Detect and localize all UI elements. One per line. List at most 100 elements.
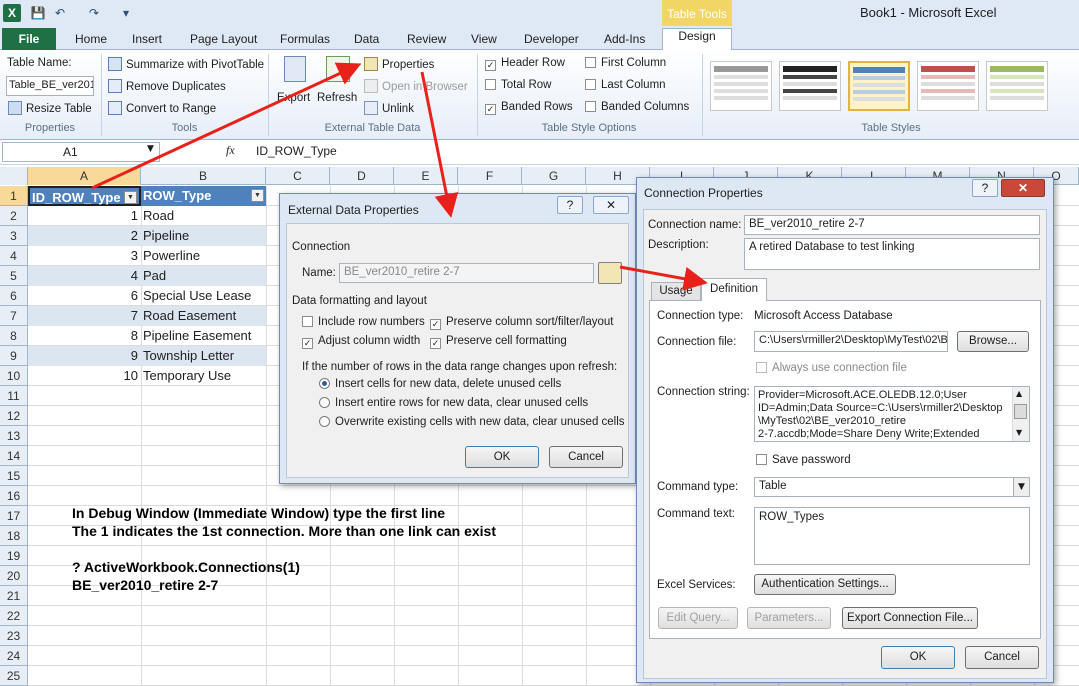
table-style-swatch-selected[interactable] [848, 61, 910, 111]
redo-icon[interactable]: ↷ [86, 5, 102, 21]
cell-id-row-type[interactable]: 6 [28, 286, 141, 306]
row-header[interactable]: 15 [0, 466, 28, 486]
row-header[interactable]: 10 [0, 366, 28, 386]
tab-developer[interactable]: Developer [524, 32, 579, 46]
table-style-swatch[interactable] [779, 61, 841, 111]
column-header-a[interactable]: A [28, 167, 141, 185]
row-header[interactable]: 6 [0, 286, 28, 306]
row-header[interactable]: 21 [0, 586, 28, 606]
banded-rows-checkbox[interactable]: ✓ Banded Rows [485, 101, 573, 115]
tab-formulas[interactable]: Formulas [280, 32, 330, 46]
table-header-id[interactable]: ID_ROW_Type ▼ [28, 186, 141, 206]
cell-id-row-type[interactable]: 9 [28, 346, 141, 366]
description-input[interactable]: A retired Database to test linking [744, 238, 1040, 270]
row-header[interactable]: 20 [0, 566, 28, 586]
tab-definition[interactable]: Definition [701, 278, 767, 301]
cell-id-row-type[interactable]: 10 [28, 366, 141, 386]
cell-row-type[interactable]: Pipeline [141, 226, 266, 246]
cell-row-type[interactable]: Pad [141, 266, 266, 286]
table-style-swatch[interactable] [986, 61, 1048, 111]
cell-id-row-type[interactable]: 3 [28, 246, 141, 266]
column-header-b[interactable]: B [141, 167, 266, 185]
cell-row-type[interactable]: Road Easement [141, 306, 266, 326]
ok-button[interactable]: OK [881, 646, 955, 669]
export-connection-file-button[interactable]: Export Connection File... [842, 607, 978, 629]
tab-usage[interactable]: Usage [651, 282, 701, 300]
connection-file-input[interactable]: C:\Users\rmiller2\Desktop\MyTest\02\B [754, 331, 948, 352]
row-header[interactable]: 23 [0, 626, 28, 646]
table-name-input[interactable]: Table_BE_ver201 [6, 76, 94, 96]
cell-row-type[interactable]: Powerline [141, 246, 266, 266]
row-header[interactable]: 19 [0, 546, 28, 566]
save-icon[interactable]: 💾 [30, 5, 46, 21]
connection-string-input[interactable]: Provider=Microsoft.ACE.OLEDB.12.0;User I… [754, 386, 1030, 442]
export-icon[interactable] [284, 56, 306, 82]
row-header[interactable]: 17 [0, 506, 28, 526]
row-header[interactable]: 25 [0, 666, 28, 686]
preserve-sort-checkbox[interactable]: ✓ Preserve column sort/filter/layout [430, 316, 613, 330]
row-header[interactable]: 8 [0, 326, 28, 346]
cell-id-row-type[interactable]: 8 [28, 326, 141, 346]
column-header-f[interactable]: F [458, 167, 522, 185]
refresh-button[interactable]: Refresh [317, 92, 357, 104]
ok-button[interactable]: OK [465, 446, 539, 468]
resize-table-button[interactable]: Resize Table [8, 101, 92, 115]
table-header-row-type[interactable]: ROW_Type ▼ [141, 186, 266, 206]
formula-input[interactable]: ID_ROW_Type [256, 144, 337, 158]
total-row-checkbox[interactable]: Total Row [485, 79, 552, 91]
command-type-select[interactable]: Table [754, 477, 1030, 497]
help-button[interactable]: ? [972, 179, 998, 197]
header-row-checkbox[interactable]: ✓ Header Row [485, 57, 565, 71]
tab-design[interactable]: Design [662, 28, 732, 51]
unlink-button[interactable]: Unlink [364, 101, 414, 115]
row-header[interactable]: 7 [0, 306, 28, 326]
cell-row-type[interactable]: Temporary Use [141, 366, 266, 386]
cell-row-type[interactable]: Pipeline Easement [141, 326, 266, 346]
preserve-formatting-checkbox[interactable]: ✓ Preserve cell formatting [430, 335, 567, 349]
row-header[interactable]: 14 [0, 446, 28, 466]
cell-row-type[interactable]: Township Letter [141, 346, 266, 366]
tab-review[interactable]: Review [407, 32, 446, 46]
row-header[interactable]: 2 [0, 206, 28, 226]
row-header[interactable]: 22 [0, 606, 28, 626]
include-row-numbers-checkbox[interactable]: Include row numbers [302, 316, 425, 328]
row-header[interactable]: 13 [0, 426, 28, 446]
cell-id-row-type[interactable]: 4 [28, 266, 141, 286]
adjust-column-width-checkbox[interactable]: ✓ Adjust column width [302, 335, 420, 349]
tab-home[interactable]: Home [75, 32, 107, 46]
export-button[interactable]: Export [277, 92, 310, 104]
tab-add-ins[interactable]: Add-Ins [604, 32, 645, 46]
command-text-input[interactable]: ROW_Types [754, 507, 1030, 565]
properties-button[interactable]: Properties [364, 57, 434, 71]
table-style-swatch[interactable] [710, 61, 772, 111]
tab-file[interactable]: File [2, 28, 56, 50]
help-button[interactable]: ? [557, 196, 583, 214]
scroll-up-icon[interactable]: ▲ [1016, 389, 1022, 398]
row-header[interactable]: 12 [0, 406, 28, 426]
connection-properties-icon[interactable] [598, 262, 622, 284]
cell-row-type[interactable]: Special Use Lease [141, 286, 266, 306]
save-password-checkbox[interactable]: Save password [756, 454, 851, 466]
convert-to-range-button[interactable]: Convert to Range [108, 101, 216, 115]
close-button[interactable]: ✕ [1001, 179, 1045, 197]
tab-page-layout[interactable]: Page Layout [190, 32, 257, 46]
close-button[interactable]: ✕ [593, 196, 629, 214]
row-header[interactable]: 16 [0, 486, 28, 506]
filter-dropdown-icon[interactable]: ▼ [251, 189, 264, 202]
column-header-e[interactable]: E [394, 167, 458, 185]
fx-icon[interactable]: fx [226, 143, 235, 158]
row-header[interactable]: 18 [0, 526, 28, 546]
row-header[interactable]: 9 [0, 346, 28, 366]
first-column-checkbox[interactable]: First Column [585, 57, 666, 69]
customize-icon[interactable]: ▾ [118, 5, 134, 21]
cell-id-row-type[interactable]: 7 [28, 306, 141, 326]
column-header-c[interactable]: C [266, 167, 330, 185]
tab-insert[interactable]: Insert [132, 32, 162, 46]
tab-data[interactable]: Data [354, 32, 379, 46]
tab-view[interactable]: View [471, 32, 497, 46]
filter-dropdown-icon[interactable]: ▼ [124, 191, 137, 204]
remove-duplicates-button[interactable]: Remove Duplicates [108, 79, 226, 93]
browse-button[interactable]: Browse... [957, 331, 1029, 352]
cell-id-row-type[interactable]: 2 [28, 226, 141, 246]
row-header[interactable]: 24 [0, 646, 28, 666]
